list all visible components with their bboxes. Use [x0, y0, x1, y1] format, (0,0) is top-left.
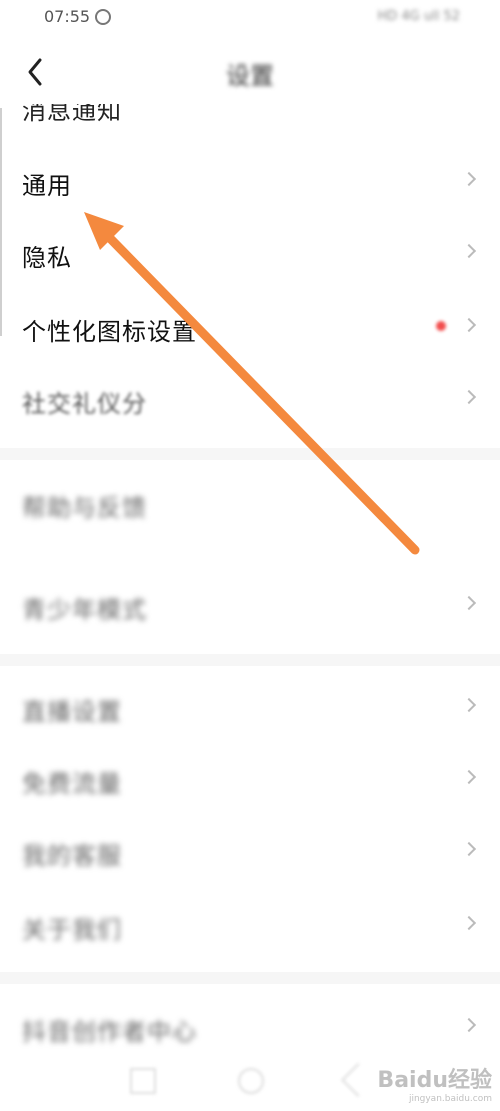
annotation-arrow [84, 212, 420, 555]
arrow-shaft [95, 223, 420, 555]
